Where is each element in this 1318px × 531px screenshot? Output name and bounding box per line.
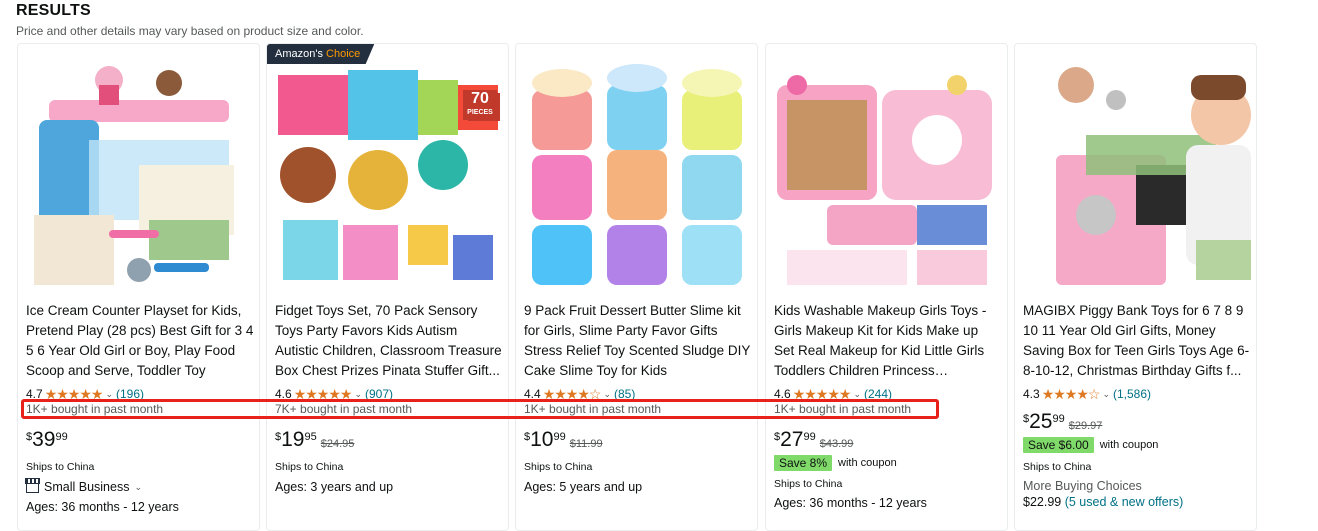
star-rating-icon: ★★★★☆ bbox=[1041, 385, 1101, 402]
shipping-info: Ships to China bbox=[774, 478, 843, 490]
age-range: Ages: 5 years and up bbox=[524, 480, 643, 494]
price-whole: 27 bbox=[780, 428, 804, 451]
coupon-text: with coupon bbox=[838, 457, 897, 469]
chevron-down-icon[interactable]: ⌄ bbox=[105, 389, 113, 400]
age-range: Ages: 3 years and up bbox=[275, 480, 394, 494]
price-whole: 10 bbox=[530, 428, 554, 451]
price-fraction: 99 bbox=[553, 431, 566, 443]
image-pieces-count: 70 bbox=[471, 90, 489, 107]
price[interactable]: $ 25 99 $29.97 bbox=[1023, 410, 1102, 434]
price-fraction: 99 bbox=[803, 431, 816, 443]
coupon-row[interactable]: Save $6.00 with coupon bbox=[1023, 437, 1158, 453]
price-whole: 25 bbox=[1029, 410, 1053, 433]
list-price: $24.95 bbox=[320, 438, 355, 450]
price[interactable]: $ 19 95 $24.95 bbox=[275, 428, 354, 452]
shipping-info: Ships to China bbox=[524, 461, 593, 473]
coupon-text: with coupon bbox=[1099, 439, 1159, 451]
price-whole: 19 bbox=[281, 428, 305, 451]
coupon-badge[interactable]: Save 8% bbox=[774, 455, 833, 471]
product-image[interactable] bbox=[517, 45, 756, 295]
product-image[interactable]: 70 PIECES bbox=[268, 45, 507, 295]
product-title[interactable]: MAGIBX Piggy Bank Toys for 6 7 8 9 10 11… bbox=[1023, 301, 1251, 381]
chevron-down-icon[interactable]: ⌄ bbox=[354, 389, 362, 400]
badge-prefix: Amazon's bbox=[275, 48, 323, 60]
coupon-row[interactable]: Save 8% with coupon bbox=[774, 455, 897, 471]
product-image[interactable] bbox=[1016, 45, 1255, 295]
list-price: $11.99 bbox=[569, 438, 603, 450]
shipping-info: Ships to China bbox=[26, 461, 95, 473]
rating-value: 4.3 bbox=[1023, 387, 1040, 401]
shipping-info: Ships to China bbox=[275, 461, 344, 473]
product-image[interactable] bbox=[19, 45, 258, 295]
badge-choice: Choice bbox=[326, 48, 361, 60]
shipping-info: Ships to China bbox=[1023, 461, 1092, 473]
chevron-down-icon[interactable]: ⌄ bbox=[853, 389, 861, 400]
offer-price: $22.99 bbox=[1023, 495, 1062, 509]
product-title[interactable]: Ice Cream Counter Playset for Kids, Pret… bbox=[26, 301, 254, 381]
price[interactable]: $ 27 99 $43.99 bbox=[774, 428, 853, 452]
chevron-down-icon: ⌄ bbox=[134, 481, 142, 492]
product-title[interactable]: 9 Pack Fruit Dessert Butter Slime kit fo… bbox=[524, 301, 752, 381]
product-title[interactable]: Fidget Toys Set, 70 Pack Sensory Toys Pa… bbox=[275, 301, 503, 381]
more-buying-choices: More Buying Choices bbox=[1023, 479, 1142, 493]
product-card-piggy-bank[interactable]: MAGIBX Piggy Bank Toys for 6 7 8 9 10 11… bbox=[1014, 43, 1257, 531]
image-pieces-label: PIECES bbox=[467, 109, 493, 116]
price[interactable]: $ 39 99 bbox=[26, 428, 72, 452]
age-range: Ages: 36 months - 12 years bbox=[774, 496, 927, 510]
age-range: Ages: 36 months - 12 years bbox=[26, 500, 179, 514]
product-title[interactable]: Kids Washable Makeup Girls Toys - Girls … bbox=[774, 301, 1002, 381]
storefront-icon bbox=[25, 478, 40, 493]
rating-row[interactable]: 4.3 ★★★★☆ ⌄ (1,586) bbox=[1023, 385, 1151, 403]
amazons-choice-badge[interactable]: Amazon's Choice bbox=[267, 44, 375, 64]
price[interactable]: $ 10 99 $11.99 bbox=[524, 428, 603, 452]
chevron-down-icon[interactable]: ⌄ bbox=[603, 389, 611, 400]
results-disclaimer: Price and other details may vary based o… bbox=[16, 24, 364, 38]
product-card-fidget-toys[interactable]: 70 PIECES Amazon's Choice Fidget Toys Se… bbox=[266, 43, 509, 531]
product-card-ice-cream[interactable]: Ice Cream Counter Playset for Kids, Pret… bbox=[17, 43, 260, 531]
offer-line[interactable]: $22.99 (5 used & new offers) bbox=[1023, 495, 1183, 509]
small-business-badge[interactable]: Small Business ⌄ bbox=[25, 478, 142, 494]
used-new-offers-link[interactable]: (5 used & new offers) bbox=[1065, 495, 1184, 509]
bought-count-highlight bbox=[21, 399, 939, 419]
list-price: $29.97 bbox=[1068, 420, 1103, 432]
price-fraction: 99 bbox=[55, 431, 68, 443]
review-count-link[interactable]: (1,586) bbox=[1113, 387, 1151, 401]
product-card-makeup-kit[interactable]: Kids Washable Makeup Girls Toys - Girls … bbox=[765, 43, 1008, 531]
price-fraction: 95 bbox=[304, 431, 317, 443]
small-business-label: Small Business bbox=[44, 480, 130, 494]
product-image[interactable] bbox=[767, 45, 1006, 295]
chevron-down-icon[interactable]: ⌄ bbox=[1102, 389, 1110, 400]
price-whole: 39 bbox=[32, 428, 56, 451]
results-heading: RESULTS bbox=[16, 2, 91, 19]
coupon-badge[interactable]: Save $6.00 bbox=[1023, 437, 1094, 453]
list-price: $43.99 bbox=[819, 438, 854, 450]
product-card-slime-kit[interactable]: 9 Pack Fruit Dessert Butter Slime kit fo… bbox=[515, 43, 758, 531]
price-fraction: 99 bbox=[1052, 413, 1065, 425]
